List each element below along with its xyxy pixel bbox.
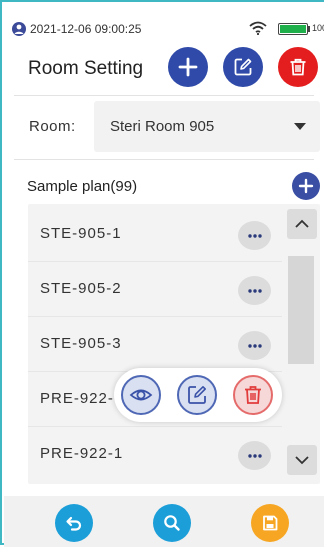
trash-icon [290, 58, 306, 76]
room-label: Room: [29, 118, 76, 135]
list-item[interactable]: STE-905-1 [28, 207, 282, 262]
scroll-thumb[interactable] [288, 256, 314, 364]
more-dots-icon [247, 288, 262, 293]
save-icon [263, 515, 278, 531]
search-icon [164, 515, 180, 531]
chevron-down-icon [295, 456, 309, 465]
more-dots-icon [247, 453, 262, 458]
room-select[interactable]: Steri Room 905 [94, 101, 320, 152]
list-scrollbar[interactable] [287, 209, 317, 477]
more-options-button[interactable] [238, 331, 271, 360]
more-options-button[interactable] [238, 276, 271, 305]
add-room-button[interactable] [168, 47, 208, 87]
delete-item-button[interactable] [233, 375, 273, 415]
sample-plan-list[interactable]: STE-905-1 STE-905-2 STE-905-3 PRE-922- P… [28, 204, 320, 484]
list-item-label: STE-905-1 [40, 225, 122, 242]
battery-icon [278, 23, 308, 35]
delete-room-button[interactable] [278, 47, 318, 87]
back-arrow-icon [66, 516, 82, 531]
chevron-up-icon [295, 219, 309, 228]
scroll-down-button[interactable] [287, 445, 317, 475]
more-options-button[interactable] [238, 221, 271, 250]
more-dots-icon [247, 233, 262, 238]
list-item-label: STE-905-3 [40, 335, 122, 352]
search-button[interactable] [153, 504, 191, 542]
sample-plan-title: Sample plan(99) [27, 178, 138, 195]
save-button[interactable] [251, 504, 289, 542]
more-options-button[interactable] [238, 441, 271, 470]
edit-icon [188, 386, 206, 404]
list-item-label: STE-905-2 [40, 280, 122, 297]
battery-level-fill [280, 25, 306, 33]
more-dots-icon [247, 343, 262, 348]
back-button[interactable] [55, 504, 93, 542]
row-actions-popup [114, 368, 282, 422]
scroll-up-button[interactable] [287, 209, 317, 239]
app-frame: 2021-12-06 09:00:25 100% Room Setting R [0, 0, 324, 547]
list-item-label: PRE-922-1 [40, 445, 124, 462]
page-title: Room Setting [28, 58, 144, 79]
wifi-icon [249, 21, 267, 35]
list-item[interactable]: STE-905-3 [28, 317, 282, 372]
list-item[interactable]: STE-905-2 [28, 262, 282, 317]
add-sample-plan-button[interactable] [292, 172, 320, 200]
eye-icon [129, 389, 153, 401]
bottom-toolbar [4, 496, 324, 547]
plus-icon [178, 57, 198, 77]
header-divider [14, 95, 314, 96]
trash-icon [245, 386, 261, 404]
view-button[interactable] [121, 375, 161, 415]
plus-icon [298, 178, 314, 194]
caret-down-icon [294, 123, 306, 130]
list-item-label: PRE-922- [40, 390, 114, 407]
clock-icon [12, 22, 26, 36]
edit-item-button[interactable] [177, 375, 217, 415]
room-select-value: Steri Room 905 [110, 118, 215, 135]
status-bar: 2021-12-06 09:00:25 100% [12, 21, 324, 37]
list-item[interactable]: PRE-922-1 [28, 427, 282, 482]
edit-icon [234, 58, 252, 76]
battery-percent: 100% [312, 23, 324, 33]
battery-tip [308, 26, 310, 32]
edit-room-button[interactable] [223, 47, 263, 87]
status-datetime: 2021-12-06 09:00:25 [30, 22, 142, 36]
room-divider [14, 159, 314, 160]
